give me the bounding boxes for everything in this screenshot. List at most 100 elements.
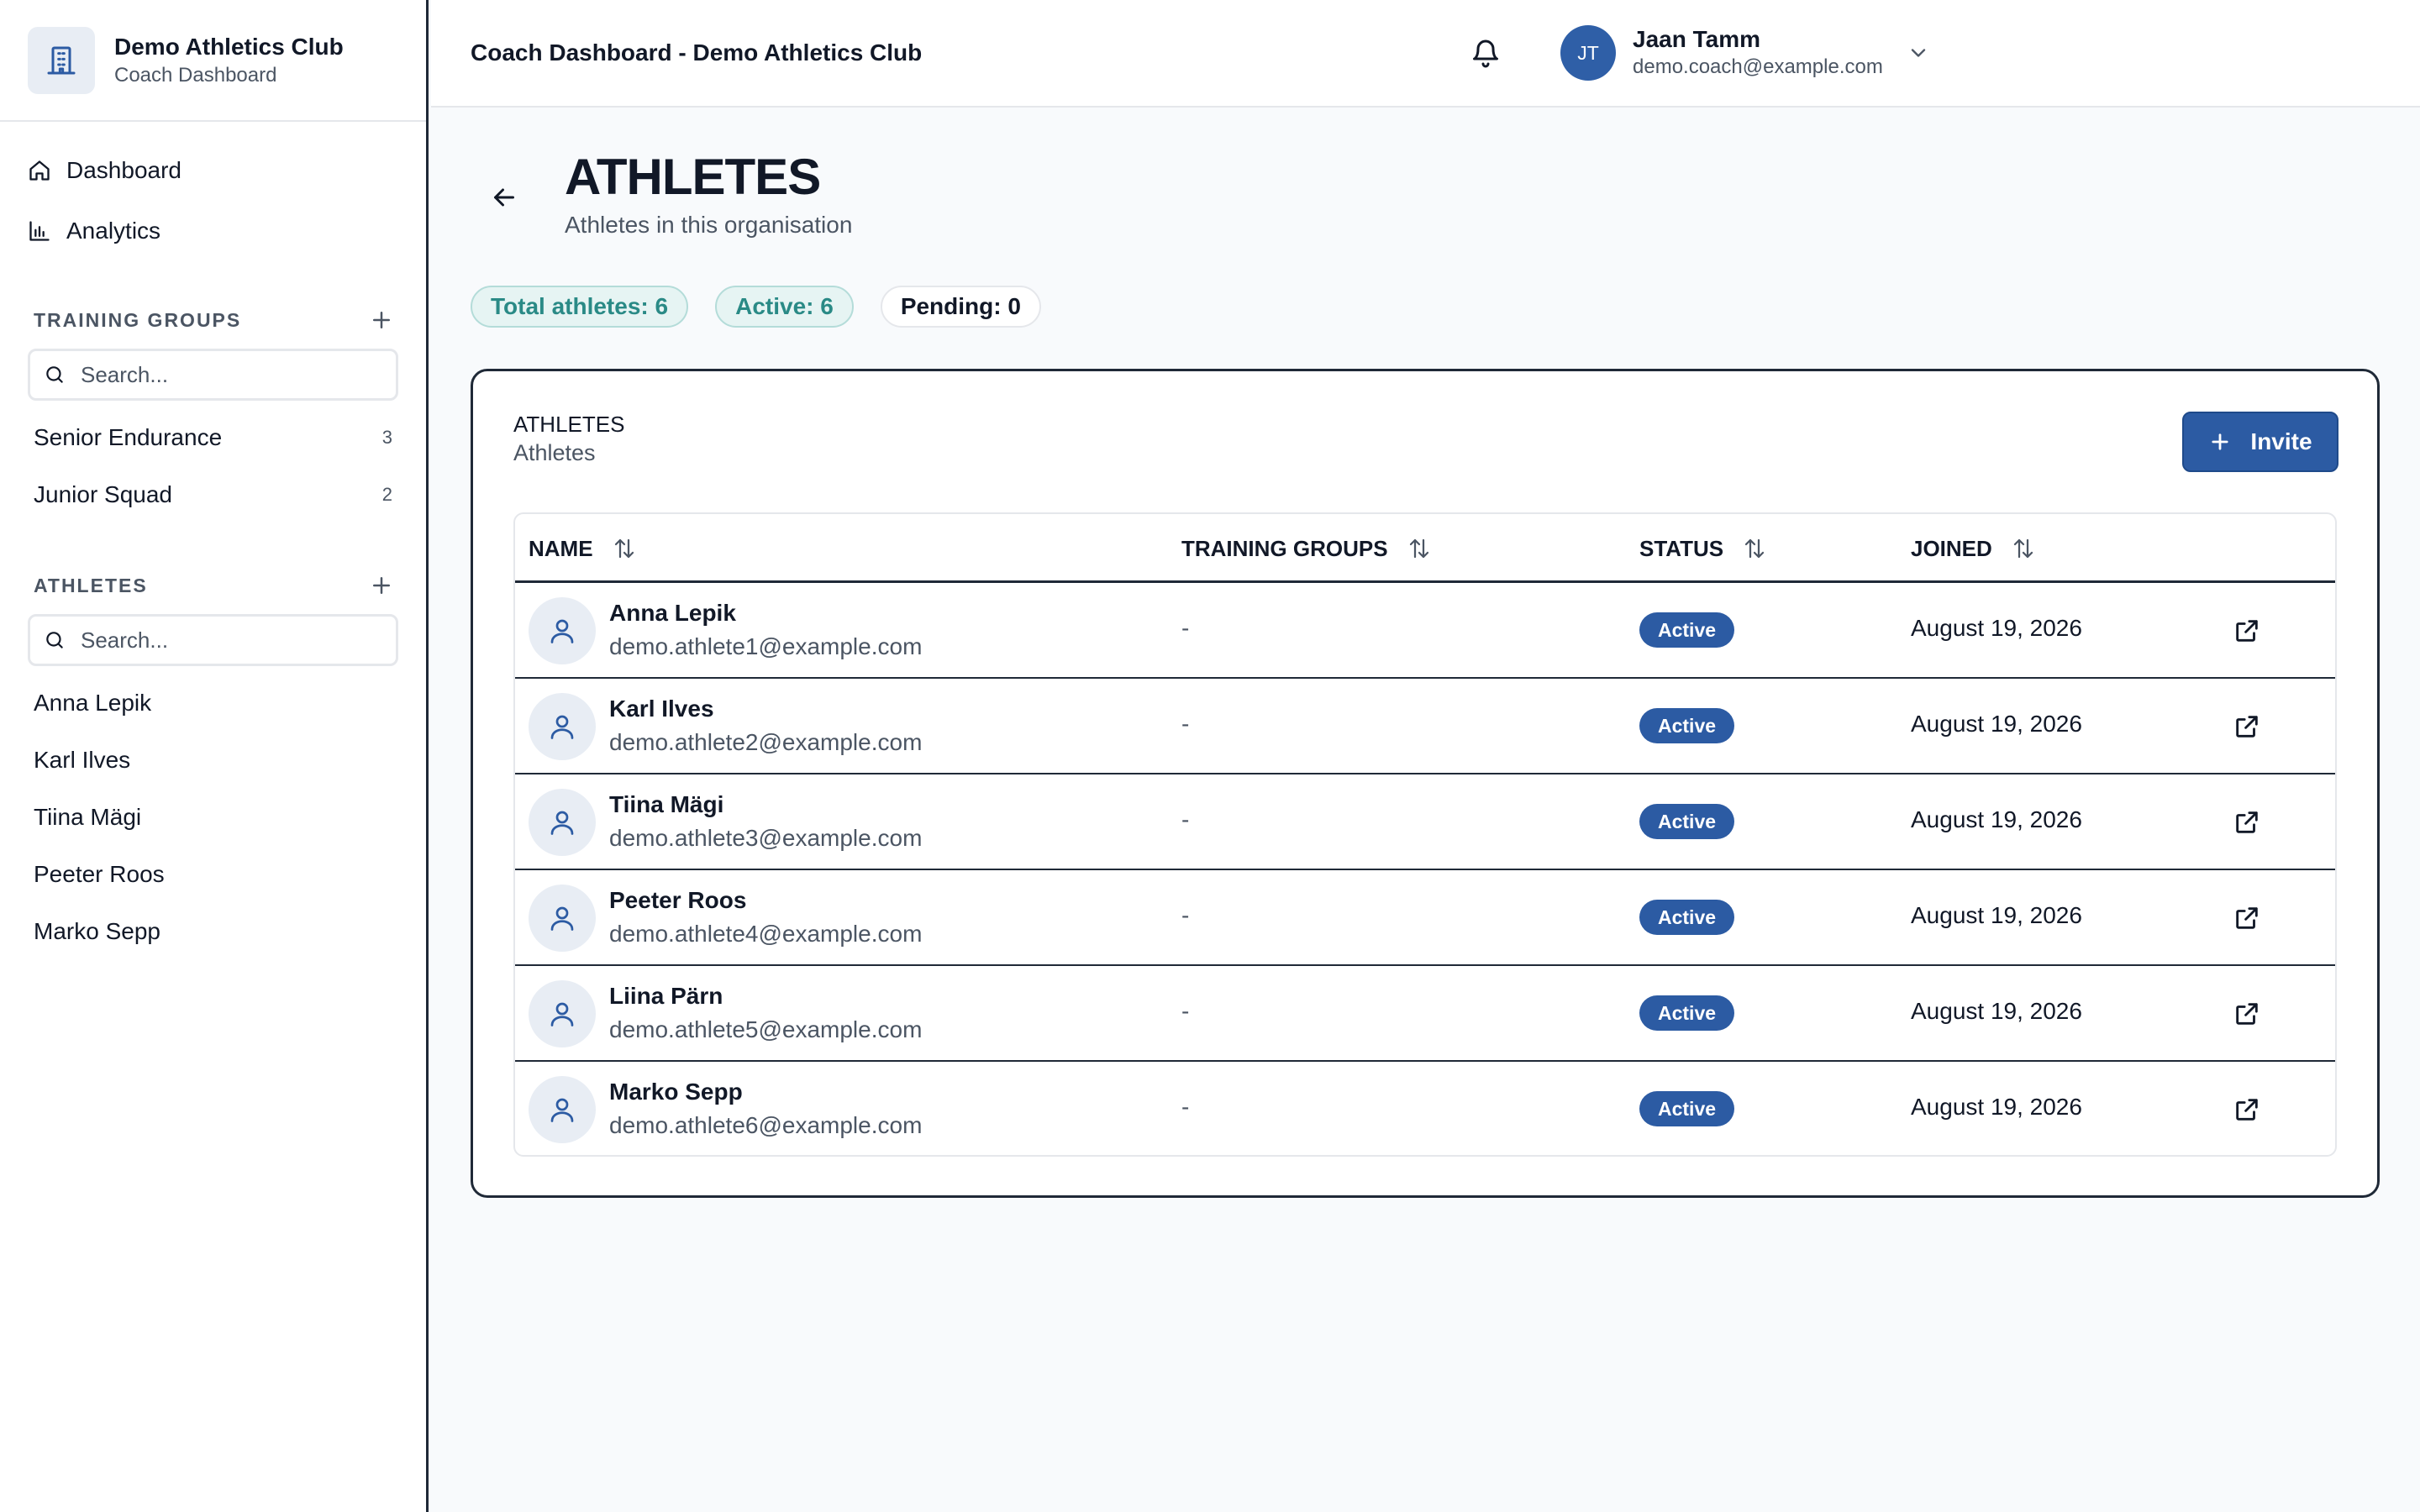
external-link-icon[interactable]	[2233, 712, 2261, 741]
status-badge: Active	[1639, 612, 1735, 648]
chevron-down-icon	[1911, 49, 1926, 57]
external-link-icon[interactable]	[2233, 904, 2261, 932]
athlete-list-item[interactable]: Karl Ilves	[0, 732, 426, 789]
section-title: TRAINING GROUPS	[34, 308, 242, 331]
brand[interactable]: Demo Athletics Club Coach Dashboard	[0, 0, 426, 122]
training-group-label: Junior Squad	[34, 481, 173, 507]
status-badge: Active	[1639, 804, 1735, 839]
training-group-label: Senior Endurance	[34, 424, 223, 450]
athlete-list-item[interactable]: Marko Sepp	[0, 903, 426, 960]
athlete-name: Anna Lepik	[609, 600, 736, 626]
athlete-name: Marko Sepp	[609, 1079, 743, 1105]
nav-item-analytics[interactable]: Analytics	[0, 201, 426, 261]
athlete-joined-date: August 19, 2026	[1911, 615, 2082, 641]
total-athletes-badge: Total athletes: 6	[471, 286, 689, 328]
section-title: ATHLETES	[34, 574, 148, 596]
training-groups-search	[28, 349, 398, 401]
athlete-email: demo.athlete2@example.com	[609, 729, 923, 755]
athlete-joined-date: August 19, 2026	[1911, 902, 2082, 928]
user-icon	[529, 885, 596, 952]
status-badge: Active	[1639, 708, 1735, 743]
athlete-list-item[interactable]: Peeter Roos	[0, 846, 426, 903]
table-row[interactable]: Marko Sepp demo.athlete6@example.com - A…	[515, 1062, 2335, 1155]
invite-button[interactable]: Invite	[2182, 412, 2338, 472]
column-label: NAME	[529, 535, 593, 561]
bar-chart-icon	[29, 221, 50, 241]
athletes-search	[28, 614, 398, 666]
pending-badge: Pending: 0	[880, 286, 1041, 328]
avatar: JT	[1560, 25, 1616, 81]
athlete-email: demo.athlete6@example.com	[609, 1112, 923, 1138]
table-body: Anna Lepik demo.athlete1@example.com - A…	[515, 583, 2335, 1155]
column-header-name[interactable]: NAME	[529, 514, 637, 583]
active-badge: Active: 6	[715, 286, 854, 328]
bell-icon[interactable]	[1470, 39, 1501, 69]
table-row[interactable]: Peeter Roos demo.athlete4@example.com - …	[515, 870, 2335, 966]
card-title: ATHLETES	[513, 412, 625, 437]
add-training-group-icon[interactable]	[369, 307, 394, 333]
athlete-list-label: Anna Lepik	[34, 690, 152, 716]
external-link-icon[interactable]	[2233, 617, 2261, 645]
column-label: TRAINING GROUPS	[1181, 535, 1388, 561]
stats-chips: Total athletes: 6 Active: 6 Pending: 0	[471, 286, 1041, 328]
invite-label: Invite	[2250, 428, 2312, 454]
athlete-training-groups: -	[1181, 1094, 1190, 1120]
user-name: Jaan Tamm	[1633, 26, 1760, 52]
nav-item-label: Dashboard	[66, 157, 182, 183]
athlete-list-item[interactable]: Tiina Mägi	[0, 789, 426, 846]
athlete-email: demo.athlete3@example.com	[609, 825, 923, 851]
nav-item-dashboard[interactable]: Dashboard	[0, 140, 426, 201]
athlete-email: demo.athlete4@example.com	[609, 921, 923, 947]
sort-icon	[1745, 538, 1765, 559]
athletes-search-input[interactable]	[81, 627, 383, 654]
search-icon	[46, 632, 63, 648]
athlete-email: demo.athlete5@example.com	[609, 1016, 923, 1042]
table-row[interactable]: Anna Lepik demo.athlete1@example.com - A…	[515, 583, 2335, 679]
nav-item-label: Analytics	[66, 218, 161, 244]
user-menu[interactable]: JT Jaan Tamm demo.coach@example.com	[1560, 25, 1930, 81]
training-group-count: 3	[381, 427, 392, 448]
athletes-heading: ATHLETES	[0, 567, 426, 604]
athlete-training-groups: -	[1181, 711, 1190, 737]
athlete-name: Liina Pärn	[609, 983, 723, 1009]
status-badge: Active	[1639, 995, 1735, 1031]
topbar: Coach Dashboard - Demo Athletics Club	[431, 0, 2420, 108]
user-icon	[529, 789, 596, 856]
table-row[interactable]: Karl Ilves demo.athlete2@example.com - A…	[515, 679, 2335, 774]
back-arrow-icon[interactable]	[489, 182, 519, 213]
athlete-list-label: Peeter Roos	[34, 861, 165, 887]
column-header-joined[interactable]: JOINED	[1911, 514, 2036, 583]
training-groups-search-input[interactable]	[81, 361, 383, 388]
column-label: JOINED	[1911, 535, 1992, 561]
athlete-list-item[interactable]: Anna Lepik	[0, 675, 426, 732]
external-link-icon[interactable]	[2233, 808, 2261, 837]
brand-name: Demo Athletics Club	[114, 33, 344, 60]
building-icon	[28, 26, 95, 94]
column-header-status[interactable]: STATUS	[1639, 514, 1767, 583]
column-label: STATUS	[1639, 535, 1724, 561]
training-group-count: 2	[381, 484, 392, 505]
table-row[interactable]: Liina Pärn demo.athlete5@example.com - A…	[515, 966, 2335, 1062]
table-row[interactable]: Tiina Mägi demo.athlete3@example.com - A…	[515, 774, 2335, 870]
athlete-name: Tiina Mägi	[609, 791, 724, 817]
add-athlete-icon[interactable]	[369, 573, 394, 598]
plus-icon	[2212, 433, 2228, 450]
column-header-training-groups[interactable]: TRAINING GROUPS	[1181, 514, 1432, 583]
sort-icon	[614, 538, 634, 559]
athlete-training-groups: -	[1181, 806, 1190, 832]
external-link-icon[interactable]	[2233, 1000, 2261, 1028]
status-badge: Active	[1639, 1091, 1735, 1126]
sort-icon	[2013, 538, 2033, 559]
home-icon	[29, 160, 50, 181]
user-icon	[529, 980, 596, 1047]
athletes-card: ATHLETES Athletes Invite NAME TRAINING G…	[471, 369, 2380, 1198]
athlete-joined-date: August 19, 2026	[1911, 1094, 2082, 1120]
user-icon	[529, 693, 596, 760]
card-subtitle: Athletes	[513, 440, 596, 465]
user-icon	[529, 1076, 596, 1143]
athlete-joined-date: August 19, 2026	[1911, 711, 2082, 737]
training-group-item[interactable]: Junior Squad 2	[0, 466, 426, 523]
training-group-item[interactable]: Senior Endurance 3	[0, 409, 426, 466]
page-subtitle: Athletes in this organisation	[565, 212, 853, 238]
external-link-icon[interactable]	[2233, 1095, 2261, 1124]
